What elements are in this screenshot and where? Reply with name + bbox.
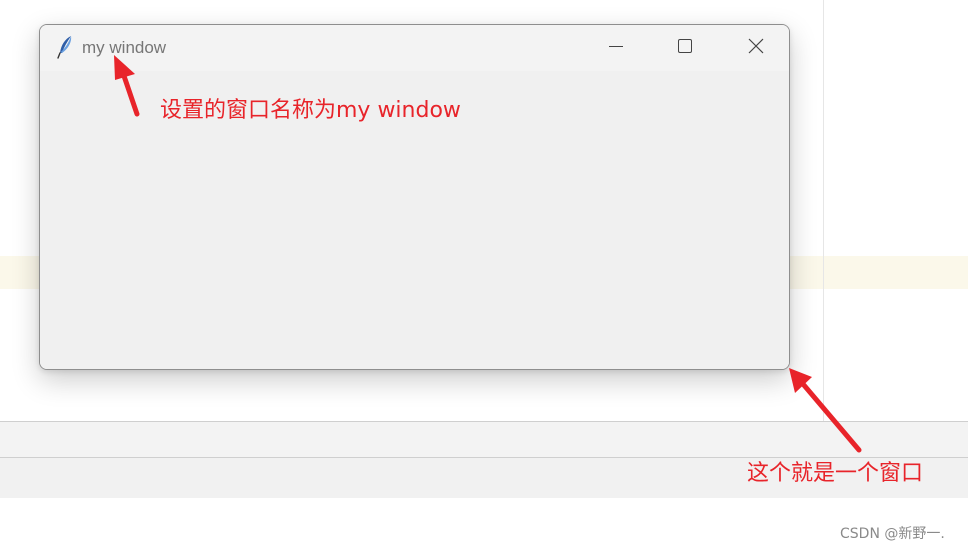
- minimize-button[interactable]: [581, 25, 651, 71]
- maximize-icon: [677, 38, 693, 58]
- background-status-strip: [0, 421, 968, 458]
- close-button[interactable]: [721, 25, 789, 71]
- editor-divider: [823, 0, 824, 422]
- window-title: my window: [82, 38, 167, 57]
- close-icon: [748, 38, 764, 58]
- maximize-button[interactable]: [650, 25, 720, 71]
- window-annotation: 这个就是一个窗口: [747, 461, 924, 486]
- watermark: CSDN @新野一.: [840, 526, 945, 542]
- tk-window[interactable]: my window: [39, 24, 790, 370]
- title-annotation: 设置的窗口名称为my window: [160, 98, 461, 123]
- window-titlebar[interactable]: my window: [40, 25, 789, 71]
- feather-icon: [56, 35, 76, 59]
- minimize-icon: [608, 38, 624, 58]
